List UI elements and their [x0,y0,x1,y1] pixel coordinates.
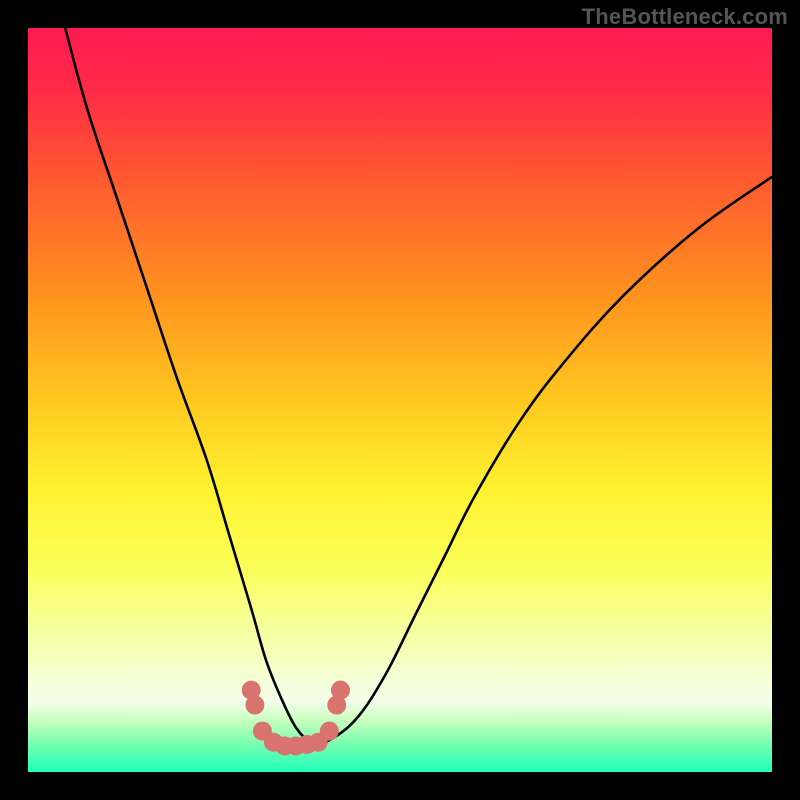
watermark-text: TheBottleneck.com [582,4,788,30]
valley-dot [331,681,350,700]
frame: TheBottleneck.com [0,0,800,800]
plot-area [28,28,772,772]
valley-dot [320,722,339,741]
gradient-background [28,28,772,772]
valley-dot [245,696,264,715]
plot-svg [28,28,772,772]
